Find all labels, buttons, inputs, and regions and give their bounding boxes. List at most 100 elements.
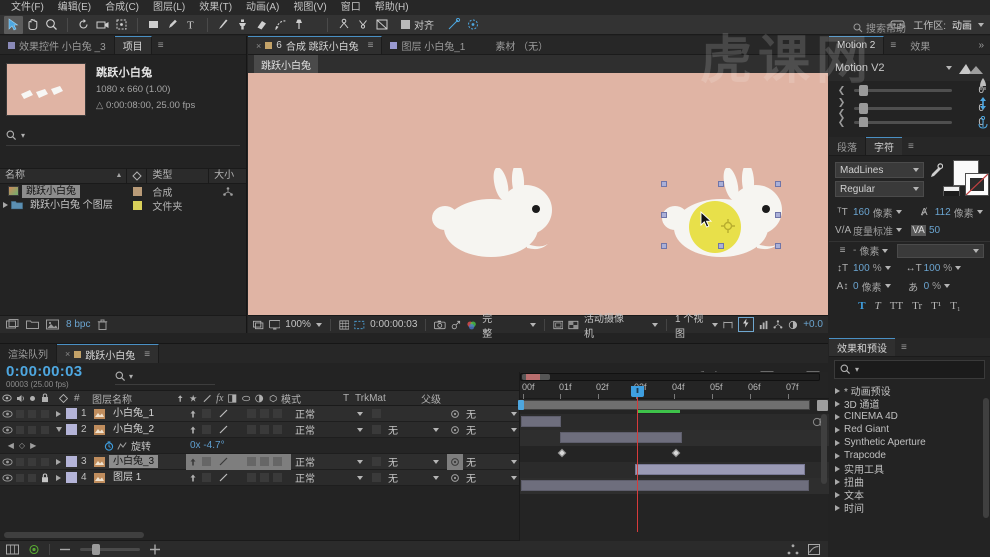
parent-pickwhip-icon[interactable] (450, 409, 460, 419)
playhead-handle[interactable] (631, 386, 644, 397)
preserve-transparency-toggle[interactable] (371, 425, 381, 434)
font-family-chevron-down-icon[interactable] (913, 168, 919, 172)
tab-footage[interactable]: 素材 （无） (473, 36, 557, 54)
layer-mode[interactable]: 正常 (291, 406, 357, 422)
work-area-end-handle[interactable] (817, 400, 828, 411)
expand-triangle-icon[interactable] (835, 387, 840, 394)
prev-keyframe-icon[interactable]: ◀ (8, 441, 14, 450)
channel-rgb-icon[interactable] (466, 319, 478, 331)
effects-scrollbar[interactable] (983, 398, 989, 518)
motion-slider-1[interactable]: ❮ 0 (829, 81, 990, 99)
panel-expand-icon[interactable]: » (972, 36, 990, 54)
effects-list-item[interactable]: Synthetic Aperture (829, 436, 990, 449)
stopwatch-icon[interactable] (104, 440, 114, 451)
parent-pickwhip-icon[interactable] (450, 425, 460, 435)
solo-toggle[interactable] (28, 409, 36, 418)
timeline-search-input[interactable]: ▾ (115, 368, 215, 385)
exposure-icon[interactable] (788, 319, 798, 331)
keyframe-toggle-icon[interactable]: ◇ (19, 441, 25, 450)
solo-toggle[interactable] (28, 425, 36, 434)
adjustment-toggle[interactable] (273, 409, 282, 418)
tab-composition[interactable]: × 6 合成 跳跃小白兔 ≡ (248, 36, 383, 54)
transparency-grid-icon[interactable] (568, 319, 579, 331)
timeline-zoom-out-icon[interactable] (59, 544, 71, 555)
parent-chevron-down-icon[interactable] (511, 427, 517, 432)
expand-triangle-icon[interactable] (835, 426, 840, 433)
layer-bar-3[interactable] (635, 464, 805, 475)
stroke-type-select[interactable] (897, 243, 984, 258)
slider-track[interactable] (854, 84, 952, 96)
solo-toggle[interactable] (28, 457, 36, 466)
kerning-value[interactable]: 度量标准 (853, 223, 893, 238)
timeline-graph-area[interactable]: 00f 01f 02f 03f 04f 05f 06f 07f (518, 372, 829, 541)
selection-tool-icon[interactable] (4, 15, 23, 34)
time-navigator-range[interactable] (526, 374, 540, 380)
eye-icon[interactable] (1, 409, 13, 418)
playhead-line[interactable] (637, 390, 638, 532)
stroke-width-chevron-down-icon[interactable] (882, 248, 889, 253)
layer-name[interactable]: 小白兔_2 (109, 423, 158, 436)
eye-icon[interactable] (1, 473, 13, 482)
search-chevron-down-icon[interactable]: ▾ (21, 131, 25, 140)
selection-handle-bc[interactable] (718, 243, 724, 249)
tab-layer[interactable]: 图层 小白兔_1 (382, 36, 474, 54)
grid-icon[interactable] (339, 319, 350, 331)
shy-toggle[interactable] (188, 425, 198, 435)
font-family-row[interactable]: MadLines (829, 160, 930, 178)
timeline-current-time[interactable]: 0:00:00:03 (0, 364, 105, 379)
preserve-transparency-toggle[interactable] (371, 473, 381, 482)
eyedropper-icon[interactable] (930, 163, 943, 178)
layer-trkmat[interactable]: 无 (383, 470, 433, 486)
quality-toggle[interactable] (219, 425, 228, 434)
faux-italic-button[interactable]: T (875, 300, 881, 312)
label-color-swatch[interactable] (132, 186, 142, 196)
trkmat-chevron-down-icon[interactable] (433, 475, 439, 480)
layer-parent[interactable]: 无 (463, 406, 511, 422)
eye-icon[interactable] (1, 425, 13, 434)
menu-window[interactable]: 窗口 (334, 0, 368, 15)
lock-icon[interactable] (41, 472, 49, 483)
layer-expand-triangle-icon[interactable] (56, 474, 61, 481)
stroke-color-swatch[interactable] (965, 173, 989, 196)
breadcrumb-comp-name[interactable]: 跳跃小白兔 (254, 54, 318, 74)
quality-chevron-down-icon[interactable] (529, 322, 536, 327)
character-panel-menu-icon[interactable]: ≡ (902, 137, 920, 155)
menu-layer[interactable]: 图层(L) (146, 0, 192, 15)
anchor-point-tool-icon[interactable] (112, 16, 131, 34)
effects-list-item[interactable]: CINEMA 4D (829, 410, 990, 423)
adjustment-toggle[interactable] (273, 457, 282, 466)
graph-editor-toggle-icon[interactable] (808, 543, 820, 555)
tab-render-queue[interactable]: 渲染队列 (0, 344, 57, 363)
sort-asc-icon[interactable]: ▲ (116, 168, 123, 184)
baseline-shift-chevron-down-icon[interactable] (884, 284, 891, 288)
layer-mode[interactable]: 正常 (291, 422, 357, 438)
slider-knob[interactable] (858, 117, 868, 127)
menu-view[interactable]: 视图(V) (286, 0, 333, 15)
workspace-value[interactable]: 动画 (952, 17, 972, 32)
menu-help[interactable]: 帮助(H) (368, 0, 416, 15)
eraser-tool-icon[interactable] (252, 16, 271, 34)
expand-triangle-icon[interactable] (835, 504, 840, 511)
parent-chevron-down-icon[interactable] (511, 475, 517, 480)
layer-trkmat[interactable] (383, 406, 447, 422)
motion-blur-toggle[interactable] (260, 473, 269, 482)
search-help-box[interactable]: 搜索帮助 (853, 20, 906, 35)
guides-icon[interactable] (552, 319, 564, 331)
views-chevron-down-icon[interactable] (711, 322, 718, 327)
tab-effects-presets[interactable]: 效果和预设 (829, 338, 895, 356)
solo-toggle[interactable] (28, 473, 36, 482)
effects-list-item[interactable]: Red Giant (829, 423, 990, 436)
effects-search-input[interactable]: ▾ (834, 360, 985, 379)
zoom-slider-knob[interactable] (92, 543, 100, 555)
slider-knob[interactable] (858, 84, 868, 96)
vertical-scale-value[interactable]: 100 (853, 263, 870, 274)
faux-bold-button[interactable]: T (858, 300, 865, 312)
composition-thumbnail[interactable] (6, 63, 86, 116)
layer-bar-4[interactable] (521, 480, 809, 491)
motion-preset-row[interactable]: Motion V2 (829, 55, 990, 81)
font-style-row[interactable]: Regular (829, 178, 930, 197)
composition-panel-menu-icon[interactable]: ≡ (363, 40, 374, 51)
font-size-chevron-down-icon[interactable] (895, 210, 902, 214)
expand-triangle-icon[interactable] (835, 465, 840, 472)
work-area-bar[interactable] (518, 400, 810, 410)
